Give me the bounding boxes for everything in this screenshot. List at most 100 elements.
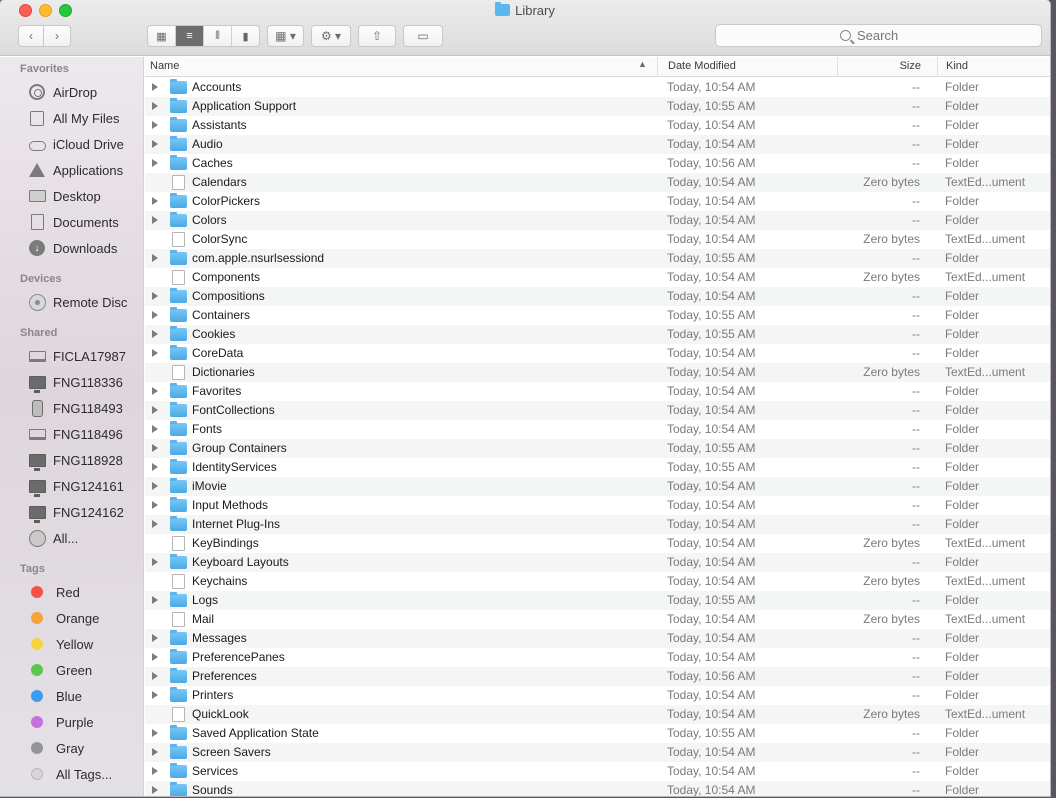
file-row[interactable]: Saved Application State Today, 10:55 AM --…: [145, 724, 1050, 743]
disclosure-triangle-icon[interactable]: [152, 140, 158, 148]
file-row[interactable]: Group Containers Today, 10:55 AM -- Folder: [145, 439, 1050, 458]
arrange-button[interactable]: ▦ ▾: [267, 25, 304, 47]
file-row[interactable]: Printers Today, 10:54 AM -- Folder: [145, 686, 1050, 705]
file-row[interactable]: Keychains Today, 10:54 AM Zero bytes TextEd…: [145, 572, 1050, 591]
column-header-size[interactable]: Size: [837, 57, 937, 77]
disclosure-triangle-icon[interactable]: [152, 311, 158, 319]
icon-view-button[interactable]: ▦: [148, 26, 176, 46]
sidebar-tag-purple[interactable]: Purple: [28, 711, 94, 733]
disclosure-triangle-icon[interactable]: [152, 520, 158, 528]
sidebar-tag-gray[interactable]: Gray: [28, 737, 84, 759]
action-button[interactable]: ⚙ ▾: [311, 25, 351, 47]
file-row[interactable]: Audio Today, 10:54 AM -- Folder: [145, 135, 1050, 154]
column-header-name[interactable]: Name: [150, 57, 656, 77]
column-view-button[interactable]: ⫴: [204, 26, 232, 46]
sidebar-item-all-my-files[interactable]: All My Files: [28, 107, 119, 129]
sidebar-item-remote-disc[interactable]: Remote Disc: [28, 291, 127, 313]
edit-tags-button[interactable]: ▭: [403, 25, 443, 47]
disclosure-triangle-icon[interactable]: [152, 444, 158, 452]
disclosure-triangle-icon[interactable]: [152, 634, 158, 642]
file-row[interactable]: Dictionaries Today, 10:54 AM Zero bytes Tex…: [145, 363, 1050, 382]
sidebar-item-shared-host[interactable]: FNG118336: [28, 371, 123, 393]
disclosure-triangle-icon[interactable]: [152, 463, 158, 471]
coverflow-view-button[interactable]: ▮: [232, 26, 259, 46]
file-row[interactable]: Screen Savers Today, 10:54 AM -- Folder: [145, 743, 1050, 762]
file-row[interactable]: Application Support Today, 10:55 AM -- Fold…: [145, 97, 1050, 116]
file-row[interactable]: Cookies Today, 10:55 AM -- Folder: [145, 325, 1050, 344]
file-row[interactable]: Calendars Today, 10:54 AM Zero bytes TextEd…: [145, 173, 1050, 192]
disclosure-triangle-icon[interactable]: [152, 786, 158, 794]
file-row[interactable]: Sounds Today, 10:54 AM -- Folder: [145, 781, 1050, 796]
file-row[interactable]: Colors Today, 10:54 AM -- Folder: [145, 211, 1050, 230]
disclosure-triangle-icon[interactable]: [152, 406, 158, 414]
column-header-date[interactable]: Date Modified: [657, 57, 837, 77]
disclosure-triangle-icon[interactable]: [152, 672, 158, 680]
file-row[interactable]: Caches Today, 10:56 AM -- Folder: [145, 154, 1050, 173]
file-row[interactable]: KeyBindings Today, 10:54 AM Zero bytes Text…: [145, 534, 1050, 553]
sidebar-item-documents[interactable]: Documents: [28, 211, 119, 233]
file-row[interactable]: Fonts Today, 10:54 AM -- Folder: [145, 420, 1050, 439]
disclosure-triangle-icon[interactable]: [152, 558, 158, 566]
file-row[interactable]: Logs Today, 10:55 AM -- Folder: [145, 591, 1050, 610]
disclosure-triangle-icon[interactable]: [152, 729, 158, 737]
disclosure-triangle-icon[interactable]: [152, 216, 158, 224]
file-row[interactable]: Components Today, 10:54 AM Zero bytes TextE…: [145, 268, 1050, 287]
list-view-button[interactable]: ≡: [176, 26, 204, 46]
file-row[interactable]: Accounts Today, 10:54 AM -- Folder: [145, 78, 1050, 97]
disclosure-triangle-icon[interactable]: [152, 425, 158, 433]
disclosure-triangle-icon[interactable]: [152, 197, 158, 205]
sidebar-item-shared-host[interactable]: FNG118493: [28, 397, 123, 419]
sidebar-item-shared-host[interactable]: FNG118928: [28, 449, 123, 471]
disclosure-triangle-icon[interactable]: [152, 501, 158, 509]
file-row[interactable]: Assistants Today, 10:54 AM -- Folder: [145, 116, 1050, 135]
sidebar-item-applications[interactable]: Applications: [28, 159, 123, 181]
file-row[interactable]: ColorSync Today, 10:54 AM Zero bytes TextEd…: [145, 230, 1050, 249]
search-input[interactable]: [857, 28, 917, 43]
disclosure-triangle-icon[interactable]: [152, 102, 158, 110]
file-row[interactable]: IdentityServices Today, 10:55 AM -- Folder: [145, 458, 1050, 477]
disclosure-triangle-icon[interactable]: [152, 292, 158, 300]
sidebar-item-airdrop[interactable]: AirDrop: [28, 81, 97, 103]
file-row[interactable]: iMovie Today, 10:54 AM -- Folder: [145, 477, 1050, 496]
file-row[interactable]: Services Today, 10:54 AM -- Folder: [145, 762, 1050, 781]
sidebar-item-shared-host[interactable]: FNG124162: [28, 501, 124, 523]
search-field[interactable]: [715, 24, 1042, 47]
disclosure-triangle-icon[interactable]: [152, 159, 158, 167]
file-row[interactable]: Mail Today, 10:54 AM Zero bytes TextEd...um…: [145, 610, 1050, 629]
sidebar-item-shared-all[interactable]: All...: [28, 527, 78, 549]
sidebar-item-shared-host[interactable]: FICLA17987: [28, 345, 126, 367]
sidebar-item-desktop[interactable]: Desktop: [28, 185, 101, 207]
sidebar-tag-yellow[interactable]: Yellow: [28, 633, 93, 655]
sidebar-tag-orange[interactable]: Orange: [28, 607, 99, 629]
disclosure-triangle-icon[interactable]: [152, 121, 158, 129]
disclosure-triangle-icon[interactable]: [152, 748, 158, 756]
file-row[interactable]: Internet Plug-Ins Today, 10:54 AM -- Folder: [145, 515, 1050, 534]
disclosure-triangle-icon[interactable]: [152, 349, 158, 357]
file-row[interactable]: Keyboard Layouts Today, 10:54 AM -- Folder: [145, 553, 1050, 572]
disclosure-triangle-icon[interactable]: [152, 83, 158, 91]
file-row[interactable]: QuickLook Today, 10:54 AM Zero bytes TextEd…: [145, 705, 1050, 724]
forward-button[interactable]: ›: [44, 25, 71, 47]
file-row[interactable]: Containers Today, 10:55 AM -- Folder: [145, 306, 1050, 325]
disclosure-triangle-icon[interactable]: [152, 767, 158, 775]
disclosure-triangle-icon[interactable]: [152, 691, 158, 699]
sidebar-tag-red[interactable]: Red: [28, 581, 80, 603]
sidebar-tag-all-tags[interactable]: All Tags...: [28, 763, 112, 785]
file-row[interactable]: Favorites Today, 10:54 AM -- Folder: [145, 382, 1050, 401]
sidebar-item-shared-host[interactable]: FNG124161: [28, 475, 124, 497]
file-row[interactable]: CoreData Today, 10:54 AM -- Folder: [145, 344, 1050, 363]
disclosure-triangle-icon[interactable]: [152, 482, 158, 490]
disclosure-triangle-icon[interactable]: [152, 254, 158, 262]
file-row[interactable]: Compositions Today, 10:54 AM -- Folder: [145, 287, 1050, 306]
sidebar-item-shared-host[interactable]: FNG118496: [28, 423, 123, 445]
disclosure-triangle-icon[interactable]: [152, 653, 158, 661]
file-row[interactable]: ColorPickers Today, 10:54 AM -- Folder: [145, 192, 1050, 211]
column-header-kind[interactable]: Kind: [937, 57, 1050, 77]
file-row[interactable]: FontCollections Today, 10:54 AM -- Folder: [145, 401, 1050, 420]
sidebar-item-icloud-drive[interactable]: iCloud Drive: [28, 133, 124, 155]
file-row[interactable]: Input Methods Today, 10:54 AM -- Folder: [145, 496, 1050, 515]
disclosure-triangle-icon[interactable]: [152, 330, 158, 338]
back-button[interactable]: ‹: [18, 25, 44, 47]
file-row[interactable]: Messages Today, 10:54 AM -- Folder: [145, 629, 1050, 648]
file-row[interactable]: Preferences Today, 10:56 AM -- Folder: [145, 667, 1050, 686]
